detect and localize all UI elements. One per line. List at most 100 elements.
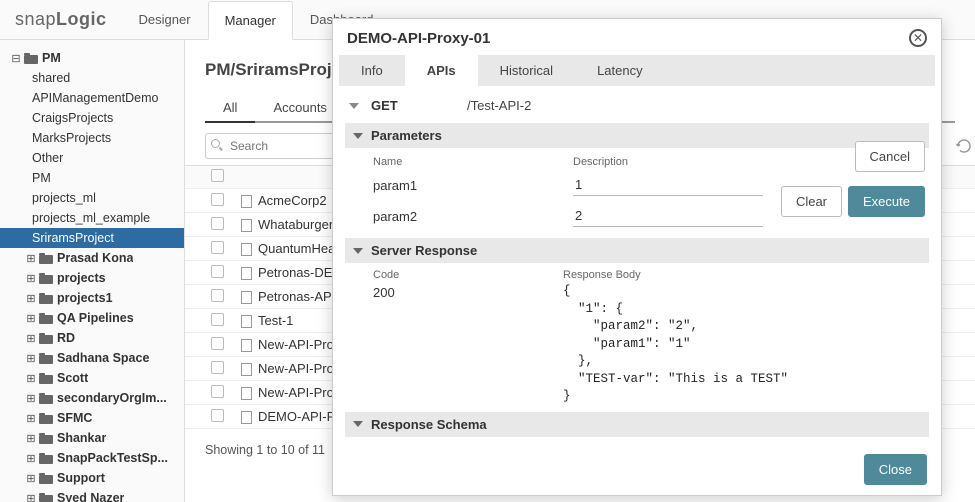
nav-designer[interactable]: Designer — [122, 0, 208, 39]
api-dialog: DEMO-API-Proxy-01 ✕ Info APIs Historical… — [332, 18, 942, 496]
execute-button[interactable]: Execute — [848, 186, 925, 217]
expand-icon[interactable]: ⊞ — [25, 452, 37, 464]
file-icon — [241, 387, 252, 400]
row-checkbox[interactable] — [211, 241, 224, 254]
row-checkbox[interactable] — [211, 289, 224, 302]
tree-item-shared[interactable]: shared — [0, 68, 184, 88]
expand-icon[interactable]: ⊞ — [25, 472, 37, 484]
expand-icon[interactable]: ⊞ — [25, 332, 37, 344]
expand-icon[interactable]: ⊞ — [25, 412, 37, 424]
dialog-title: DEMO-API-Proxy-01 — [347, 30, 490, 47]
chevron-down-icon — [353, 248, 363, 254]
select-all-checkbox[interactable] — [211, 169, 224, 182]
tree-item-projects_ml_example[interactable]: projects_ml_example — [0, 208, 184, 228]
close-dialog-button[interactable]: Close — [864, 454, 927, 485]
row-checkbox[interactable] — [211, 361, 224, 374]
response-body: { "1": { "param2": "2", "param1": "1" },… — [563, 281, 929, 406]
tree-item-sadhana-space[interactable]: ⊞Sadhana Space — [0, 348, 184, 368]
dialog-tabs: Info APIs Historical Latency — [339, 55, 935, 86]
search-icon — [211, 139, 223, 151]
tree-item-projects_ml[interactable]: projects_ml — [0, 188, 184, 208]
label-description: Description — [573, 154, 773, 170]
chevron-down-icon — [353, 133, 363, 139]
file-icon — [241, 411, 252, 424]
tree-item-sfmc[interactable]: ⊞SFMC — [0, 408, 184, 428]
folder-icon — [39, 293, 53, 304]
expand-icon[interactable]: ⊞ — [25, 392, 37, 404]
folder-icon — [39, 353, 53, 364]
chevron-down-icon[interactable] — [349, 103, 359, 109]
expand-icon[interactable]: ⊞ — [25, 252, 37, 264]
tab-apis[interactable]: APIs — [405, 55, 478, 86]
collapse-icon[interactable]: ⊟ — [10, 52, 22, 64]
tree-item-marksprojects[interactable]: MarksProjects — [0, 128, 184, 148]
refresh-icon[interactable] — [956, 138, 972, 154]
tree-root-pm[interactable]: ⊟ PM — [0, 48, 184, 68]
file-icon — [241, 195, 252, 208]
expand-icon[interactable]: ⊞ — [25, 492, 37, 502]
expand-icon[interactable]: ⊞ — [25, 432, 37, 444]
endpoint-path: /Test-API-2 — [467, 98, 531, 113]
tree-item-pm[interactable]: PM — [0, 168, 184, 188]
logo: snapLogic — [0, 9, 122, 30]
tree-item-syed-nazer[interactable]: ⊞Syed Nazer — [0, 488, 184, 502]
cancel-button[interactable]: Cancel — [855, 141, 925, 172]
row-checkbox[interactable] — [211, 265, 224, 278]
expand-icon[interactable]: ⊞ — [25, 312, 37, 324]
tree-item-sriramsproject[interactable]: SriramsProject — [0, 228, 184, 248]
http-method: GET — [367, 98, 467, 113]
file-icon — [241, 291, 252, 304]
label-name: Name — [373, 154, 573, 170]
section-response-schema[interactable]: Response Schema — [345, 412, 929, 437]
expand-icon[interactable]: ⊞ — [25, 352, 37, 364]
expand-icon[interactable]: ⊞ — [25, 292, 37, 304]
folder-icon — [39, 473, 53, 484]
tree-item-rd[interactable]: ⊞RD — [0, 328, 184, 348]
row-checkbox[interactable] — [211, 193, 224, 206]
tree-item-snappacktestsp-[interactable]: ⊞SnapPackTestSp... — [0, 448, 184, 468]
file-icon — [241, 315, 252, 328]
response-code: 200 — [373, 281, 563, 308]
tree-item-scott[interactable]: ⊞Scott — [0, 368, 184, 388]
row-checkbox[interactable] — [211, 313, 224, 326]
row-checkbox[interactable] — [211, 385, 224, 398]
tree-item-apimanagementdemo[interactable]: APIManagementDemo — [0, 88, 184, 108]
subtab-all[interactable]: All — [205, 92, 255, 123]
param-name-2: param2 — [373, 205, 573, 232]
tab-historical[interactable]: Historical — [478, 55, 575, 86]
folder-icon — [39, 333, 53, 344]
row-checkbox[interactable] — [211, 409, 224, 422]
row-checkbox[interactable] — [211, 337, 224, 350]
param-input-2[interactable] — [573, 205, 763, 227]
file-icon — [241, 339, 252, 352]
folder-icon — [39, 373, 53, 384]
tree-item-shankar[interactable]: ⊞Shankar — [0, 428, 184, 448]
section-server-response[interactable]: Server Response — [345, 238, 929, 263]
file-icon — [241, 267, 252, 280]
tab-info[interactable]: Info — [339, 55, 405, 86]
nav-manager[interactable]: Manager — [208, 1, 293, 40]
row-checkbox[interactable] — [211, 217, 224, 230]
tree-item-secondaryorgim-[interactable]: ⊞secondaryOrgIm... — [0, 388, 184, 408]
tree-item-projects[interactable]: ⊞projects — [0, 268, 184, 288]
param-input-1[interactable] — [573, 174, 763, 196]
tree-item-prasad-kona[interactable]: ⊞Prasad Kona — [0, 248, 184, 268]
tree-item-craigsprojects[interactable]: CraigsProjects — [0, 108, 184, 128]
clear-button[interactable]: Clear — [781, 186, 842, 217]
tree-item-other[interactable]: Other — [0, 148, 184, 168]
close-button[interactable]: ✕ — [909, 29, 927, 47]
folder-icon — [39, 253, 53, 264]
expand-icon[interactable]: ⊞ — [25, 272, 37, 284]
folder-icon — [39, 313, 53, 324]
tab-latency[interactable]: Latency — [575, 55, 665, 86]
file-icon — [241, 243, 252, 256]
sidebar: ⊟ PM sharedAPIManagementDemoCraigsProjec… — [0, 40, 185, 502]
folder-icon — [39, 493, 53, 502]
folder-icon — [39, 393, 53, 404]
expand-icon[interactable]: ⊞ — [25, 372, 37, 384]
folder-icon — [24, 53, 38, 64]
tree-item-projects1[interactable]: ⊞projects1 — [0, 288, 184, 308]
right-rail-icons — [956, 138, 972, 154]
tree-item-qa-pipelines[interactable]: ⊞QA Pipelines — [0, 308, 184, 328]
tree-item-support[interactable]: ⊞Support — [0, 468, 184, 488]
